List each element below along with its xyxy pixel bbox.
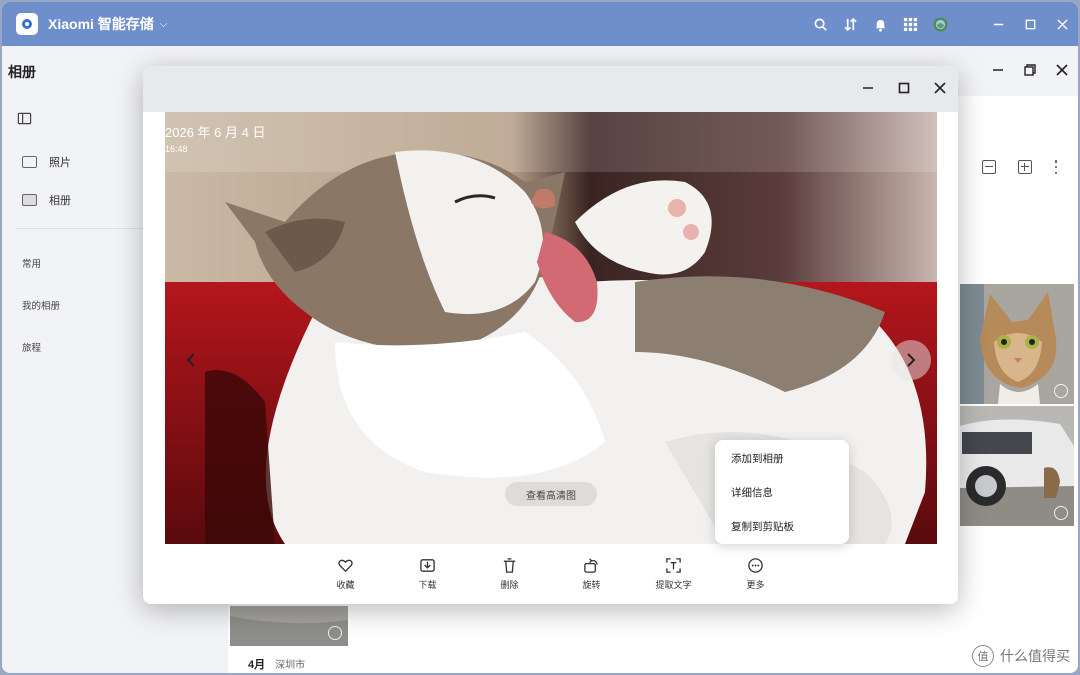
prev-photo-button[interactable] — [171, 340, 211, 380]
photo-date: 2026 年 6 月 4 日 — [165, 125, 266, 140]
delete-button[interactable]: 删除 — [469, 544, 551, 604]
avatar[interactable] — [932, 16, 948, 32]
extract-text-button[interactable]: 提取文字 — [633, 544, 715, 604]
view-hd-button[interactable]: 查看高清图 — [505, 482, 597, 506]
toolbar-label: 下载 — [418, 580, 437, 590]
album-icon — [22, 194, 37, 206]
app-title[interactable]: Xiaomi 智能存储 — [48, 14, 154, 34]
next-photo-button[interactable] — [891, 340, 931, 380]
zoom-out-icon[interactable] — [982, 160, 996, 174]
heart-icon — [337, 556, 355, 574]
toolbar-label: 更多 — [746, 580, 765, 590]
menu-item-copy-to-clipboard[interactable]: 复制到剪贴板 — [715, 509, 849, 543]
toolbar-label: 收藏 — [336, 580, 355, 590]
search-icon[interactable] — [812, 16, 828, 32]
photo-thumbnail[interactable] — [960, 406, 1074, 526]
sidebar-item-frequent[interactable]: 常用 — [22, 256, 41, 270]
apps-grid-icon[interactable] — [902, 16, 918, 32]
watermark-text: 什么值得买 — [1000, 648, 1070, 664]
minimize-icon[interactable] — [990, 62, 1006, 78]
app-logo-icon — [16, 13, 38, 35]
toolbar-label: 删除 — [500, 580, 519, 590]
photo-thumbnail[interactable] — [230, 606, 348, 646]
group-month: 4月 — [248, 659, 266, 671]
select-checkbox[interactable] — [1054, 384, 1068, 398]
zoom-in-icon[interactable] — [1018, 160, 1032, 174]
menu-item-details[interactable]: 详细信息 — [715, 475, 849, 509]
photo-thumbnail[interactable] — [960, 284, 1074, 404]
minimize-icon[interactable] — [990, 16, 1006, 32]
chevron-down-icon[interactable]: ⌵ — [160, 19, 168, 30]
viewer-title-bar — [143, 66, 958, 112]
trash-icon — [501, 556, 519, 574]
download-icon — [419, 556, 437, 574]
photo-icon — [22, 156, 37, 168]
minimize-icon[interactable] — [860, 80, 876, 96]
chevron-left-icon — [186, 353, 195, 367]
favorite-button[interactable]: 收藏 — [305, 544, 387, 604]
menu-item-add-to-album[interactable]: 添加到相册 — [715, 441, 849, 475]
chevron-right-icon — [907, 353, 916, 367]
close-icon[interactable] — [1054, 16, 1070, 32]
toolbar-label: 旋转 — [582, 580, 601, 590]
toolbar-label: 提取文字 — [655, 580, 692, 590]
transfer-icon[interactable] — [842, 16, 858, 32]
select-checkbox[interactable] — [328, 626, 342, 640]
sidebar-item-label: 相册 — [49, 195, 71, 207]
select-checkbox[interactable] — [1054, 506, 1068, 520]
close-icon[interactable] — [1054, 62, 1070, 78]
more-icon[interactable] — [1054, 160, 1058, 174]
viewer-toolbar: 收藏 下载 删除 旋转 提取文字 更多 — [143, 544, 958, 604]
sidebar-item-label: 照片 — [49, 157, 71, 169]
scan-text-icon — [665, 556, 683, 574]
sidebar-toggle-icon[interactable] — [16, 110, 32, 126]
maximize-icon[interactable] — [1022, 16, 1038, 32]
more-icon — [747, 556, 765, 574]
rotate-icon — [583, 556, 601, 574]
watermark-logo-icon: 值 — [972, 645, 994, 667]
maximize-icon[interactable] — [896, 80, 912, 96]
page-title: 相册 — [8, 64, 36, 80]
rotate-button[interactable]: 旋转 — [551, 544, 633, 604]
download-button[interactable]: 下载 — [387, 544, 469, 604]
restore-icon[interactable] — [1022, 62, 1038, 78]
sidebar-item-journeys[interactable]: 旅程 — [22, 340, 41, 354]
photo-viewer-dialog: 2026 年 6 月 4 日 16:48 查看高清图 添加到相册 详细信息 复制… — [143, 66, 958, 604]
close-icon[interactable] — [932, 80, 948, 96]
group-city: 深圳市 — [275, 660, 306, 671]
sidebar-item-albums[interactable]: 相册 — [22, 192, 71, 208]
photo-time: 16:48 — [165, 144, 188, 154]
sidebar-item-my-albums[interactable]: 我的相册 — [22, 298, 60, 312]
title-bar: Xiaomi 智能存储 ⌵ — [2, 2, 1078, 46]
more-menu: 添加到相册 详细信息 复制到剪贴板 — [715, 440, 849, 544]
more-button[interactable]: 更多 — [715, 544, 797, 604]
bell-icon[interactable] — [872, 16, 888, 32]
sidebar-item-photos[interactable]: 照片 — [22, 154, 71, 170]
watermark: 值 什么值得买 — [972, 645, 1070, 667]
date-group-header: 4月 深圳市 — [248, 656, 305, 672]
